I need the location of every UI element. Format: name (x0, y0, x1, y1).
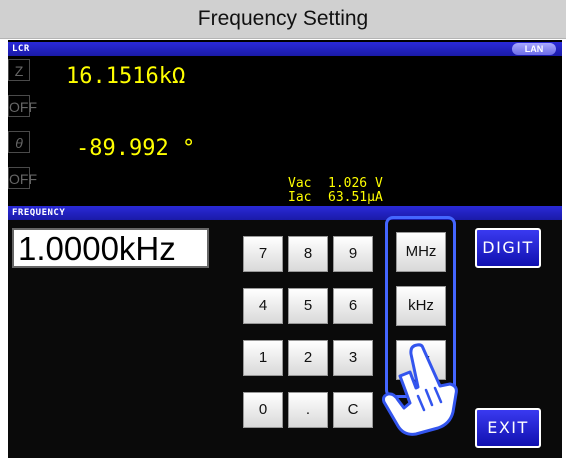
exit-button[interactable]: EXIT (475, 408, 541, 448)
secondary-measurement: -89.992 ° (76, 136, 196, 161)
param-2-button[interactable]: OFF (8, 95, 37, 117)
param-4-button[interactable]: OFF (8, 167, 37, 189)
window-title: Frequency Setting (0, 0, 566, 39)
vac-label: Vac (288, 176, 312, 191)
digit-button[interactable]: DIGIT (475, 228, 541, 268)
key-3[interactable]: 3 (333, 340, 373, 376)
key-decimal[interactable]: . (288, 392, 328, 428)
key-0[interactable]: 0 (243, 392, 283, 428)
key-7[interactable]: 7 (243, 236, 283, 272)
vac-value: 1.026 V (328, 176, 383, 191)
frequency-input-panel: 1.0000kHz 7 8 9 4 5 6 1 2 3 0 . C MHz kH… (8, 216, 562, 458)
frequency-value-display: 1.0000kHz (12, 228, 209, 268)
iac-value: 63.51μA (328, 190, 383, 205)
primary-measurement: 16.1516kΩ (66, 64, 186, 89)
unit-khz-button[interactable]: kHz (396, 286, 446, 326)
param-1-button[interactable]: Z (8, 59, 30, 81)
frequency-section-bar: FREQUENCY (8, 206, 562, 220)
lcr-label: LCR (12, 44, 30, 54)
pointing-hand-icon (382, 343, 458, 436)
lcr-mode-bar: LCR LAN (8, 42, 562, 56)
key-clear[interactable]: C (333, 392, 373, 428)
key-4[interactable]: 4 (243, 288, 283, 324)
key-1[interactable]: 1 (243, 340, 283, 376)
key-9[interactable]: 9 (333, 236, 373, 272)
lan-indicator: LAN (512, 43, 556, 55)
frequency-label: FREQUENCY (12, 208, 66, 218)
key-8[interactable]: 8 (288, 236, 328, 272)
iac-label: Iac (288, 190, 312, 205)
key-5[interactable]: 5 (288, 288, 328, 324)
key-2[interactable]: 2 (288, 340, 328, 376)
instrument-screen: LCR LAN Z OFF θ OFF 16.1516kΩ -89.992 ° … (8, 40, 562, 458)
unit-mhz-button[interactable]: MHz (396, 232, 446, 272)
param-3-button[interactable]: θ (8, 131, 30, 153)
key-6[interactable]: 6 (333, 288, 373, 324)
